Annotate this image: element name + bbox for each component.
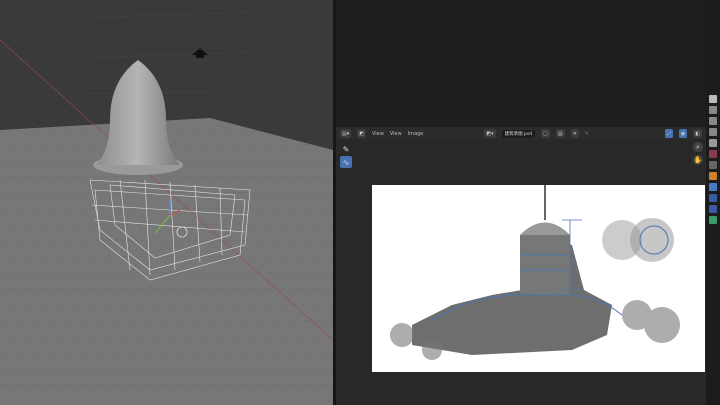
new-image-icon[interactable]: ▢ bbox=[541, 129, 550, 138]
tool-tab-icon[interactable] bbox=[709, 95, 717, 103]
close-image-icon[interactable]: ✕ bbox=[570, 129, 579, 138]
bell-mesh bbox=[93, 60, 183, 175]
pin-icon[interactable]: ✎ bbox=[585, 131, 589, 137]
world-tab-icon[interactable] bbox=[709, 150, 717, 158]
menu-view[interactable]: View bbox=[372, 131, 384, 137]
eyedropper-icon[interactable]: ✎ bbox=[340, 143, 352, 155]
open-image-icon[interactable]: ▤ bbox=[555, 129, 565, 138]
image-name-field[interactable]: 建筑草图.psd bbox=[501, 129, 536, 138]
image-canvas[interactable] bbox=[372, 185, 705, 372]
render-tab-icon[interactable] bbox=[709, 106, 717, 114]
hand-icon[interactable]: ✋ bbox=[693, 155, 703, 165]
view-settings-icon[interactable]: ◧ bbox=[693, 129, 702, 138]
particles-tab-icon[interactable] bbox=[709, 194, 717, 202]
menu-view-2[interactable]: View bbox=[390, 131, 402, 137]
collection-tab-icon[interactable] bbox=[709, 161, 717, 169]
viewport-scene bbox=[0, 9, 333, 405]
properties-tabs bbox=[706, 0, 720, 405]
physics-tab-icon[interactable] bbox=[709, 205, 717, 213]
object-tab-icon[interactable] bbox=[709, 172, 717, 180]
gizmo-icon[interactable]: ⤢ bbox=[664, 129, 673, 138]
sketch-image bbox=[390, 185, 680, 360]
overlay-icon[interactable]: ◉ bbox=[678, 129, 688, 138]
empty-editor-area[interactable] bbox=[336, 0, 706, 125]
data-tab-icon[interactable] bbox=[709, 216, 717, 224]
image-icon[interactable]: ◩▾ bbox=[484, 129, 496, 138]
output-tab-icon[interactable] bbox=[709, 117, 717, 125]
scene-tab-icon[interactable] bbox=[709, 139, 717, 147]
zoom-icon[interactable]: ⌕ bbox=[693, 142, 703, 152]
image-editor[interactable]: ▤▾ ◩ View View Image ◩▾ 建筑草图.psd ▢ ▤ ✕ ✎… bbox=[336, 127, 706, 405]
3d-viewport[interactable] bbox=[0, 0, 333, 405]
draw-icon[interactable]: ∿ bbox=[340, 156, 352, 168]
modifier-tab-icon[interactable] bbox=[709, 183, 717, 191]
image-mode-icon[interactable]: ◩ bbox=[357, 129, 366, 138]
image-editor-header: ▤▾ ◩ View View Image ◩▾ 建筑草图.psd ▢ ▤ ✕ ✎… bbox=[336, 127, 706, 140]
editor-type-icon[interactable]: ▤▾ bbox=[340, 129, 352, 138]
camera-icon bbox=[192, 48, 208, 58]
menu-image[interactable]: Image bbox=[408, 131, 424, 137]
view-layer-tab-icon[interactable] bbox=[709, 128, 717, 136]
